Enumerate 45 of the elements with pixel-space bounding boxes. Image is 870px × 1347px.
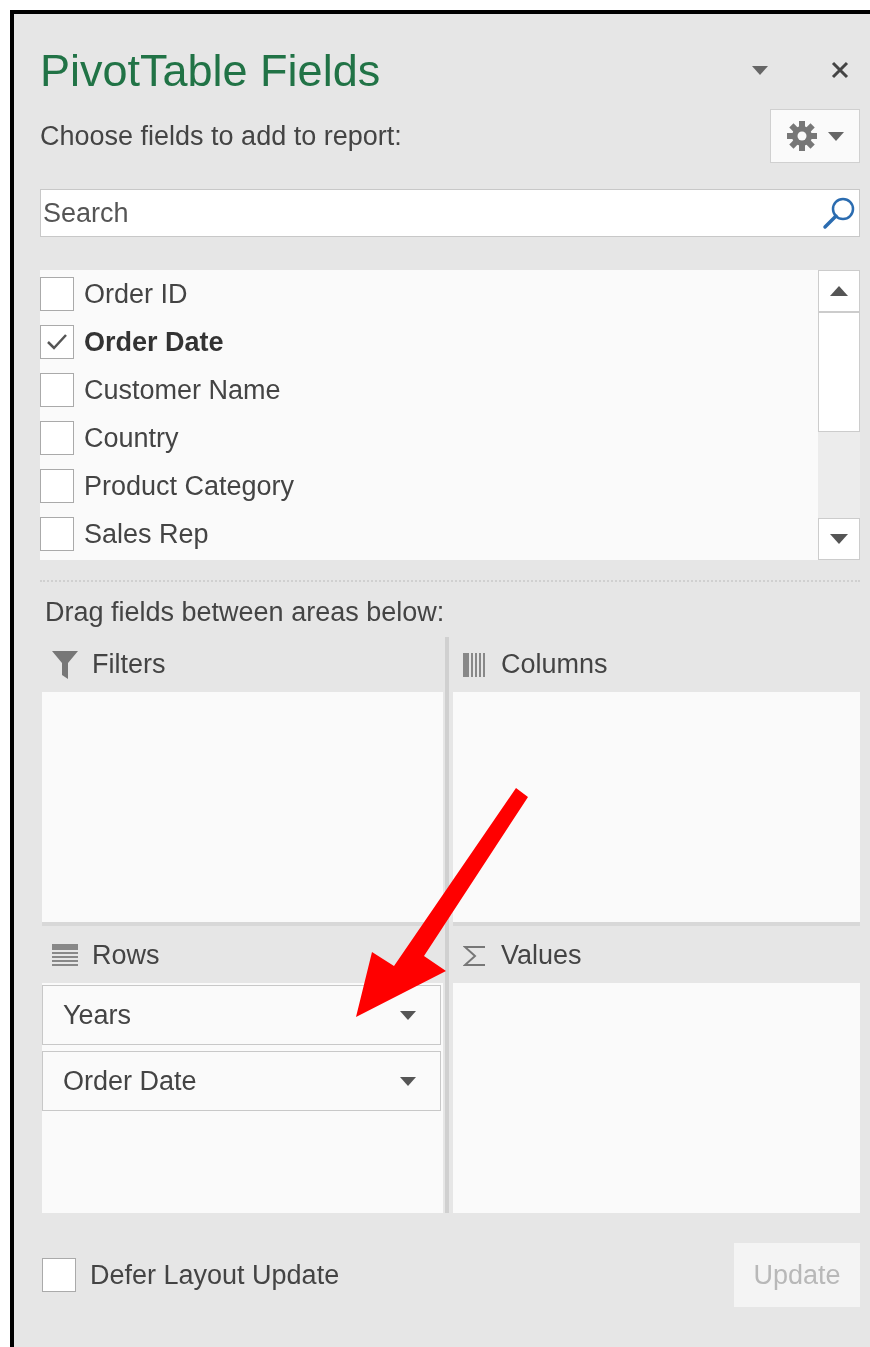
checkbox[interactable] (40, 421, 74, 455)
check-icon (46, 333, 68, 351)
down-arrow-icon (830, 534, 848, 544)
prompt-text: Choose fields to add to report: (40, 119, 403, 153)
rows-icon (52, 943, 78, 968)
filter-icon (52, 650, 78, 679)
area-label: Columns (501, 648, 608, 682)
area-label: Values (501, 939, 582, 973)
drop-area[interactable]: Years Order Date (42, 983, 443, 1213)
settings-icon (786, 120, 818, 152)
checkbox[interactable] (40, 373, 74, 407)
caret-icon (752, 65, 768, 75)
field-label[interactable]: Product Category (84, 465, 295, 507)
panel-title: PivotTable Fields (40, 47, 382, 93)
scroll-up-button[interactable] (818, 270, 860, 312)
caret-icon (400, 1076, 416, 1086)
field-label[interactable]: Sales Rep (84, 513, 209, 555)
field-label[interactable]: Customer Name (84, 369, 281, 411)
area-label: Rows (92, 939, 160, 973)
settings-button[interactable] (770, 109, 860, 163)
checkbox[interactable] (40, 517, 74, 551)
area-field[interactable]: Years (42, 985, 441, 1045)
field-label[interactable]: Order ID (84, 273, 188, 315)
drop-area[interactable] (453, 692, 860, 922)
search-icon (822, 196, 856, 230)
checkbox[interactable] (40, 277, 74, 311)
areas-prompt: Drag fields between areas below: (45, 596, 445, 629)
field-label[interactable]: Order Date (84, 321, 224, 363)
checkbox[interactable] (40, 469, 74, 503)
search-field[interactable]: Search (40, 189, 860, 237)
columns-icon (463, 652, 487, 677)
close-icon (831, 61, 849, 79)
checkbox[interactable] (40, 325, 74, 359)
caret-icon (828, 131, 844, 141)
scroll-thumb[interactable] (818, 312, 860, 432)
checkbox-label[interactable]: Defer Layout Update (90, 1254, 340, 1296)
field-label[interactable]: Country (84, 417, 179, 459)
checkbox[interactable] (42, 1258, 76, 1292)
area-label: Filters (92, 648, 166, 682)
sigma-icon (463, 943, 487, 968)
area-field[interactable]: Order Date (42, 1051, 441, 1111)
scrollbar[interactable] (818, 270, 860, 560)
up-arrow-icon (830, 286, 848, 296)
scroll-down-button[interactable] (818, 518, 860, 560)
caret-icon (400, 1010, 416, 1020)
